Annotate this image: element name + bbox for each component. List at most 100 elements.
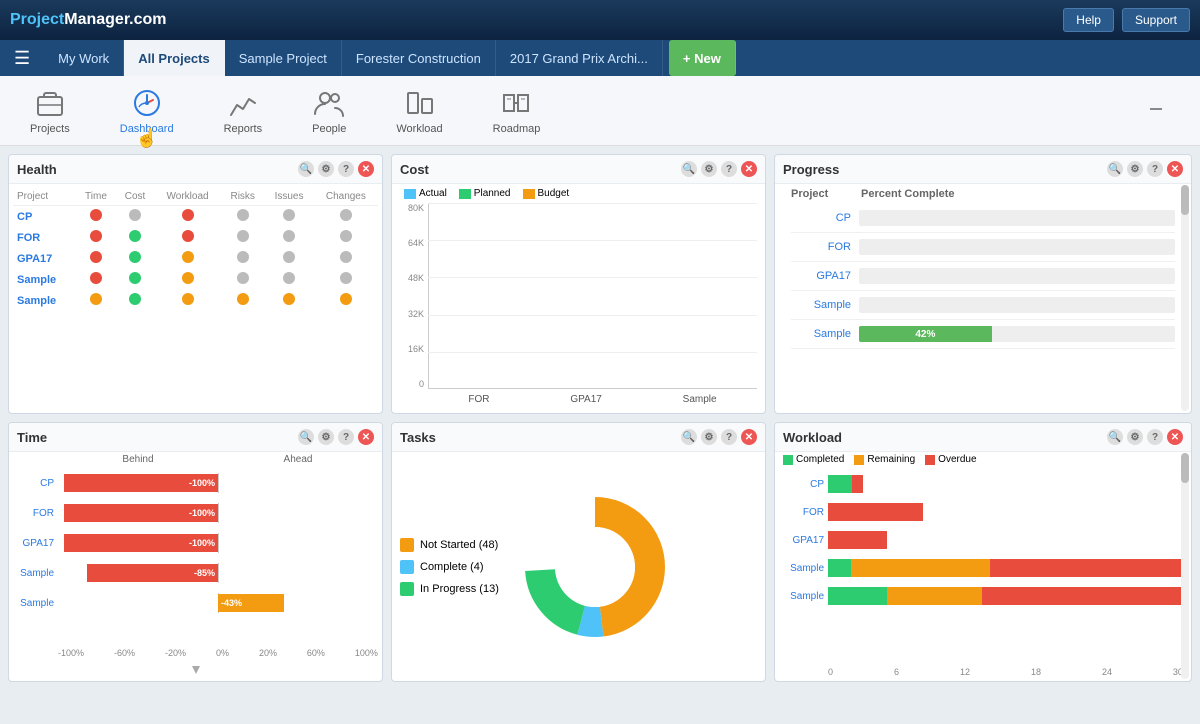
support-button[interactable]: Support	[1122, 8, 1190, 32]
nav-label-roadmap: Roadmap	[493, 123, 541, 135]
cost-help-icon[interactable]: ?	[721, 161, 737, 177]
time-scroll[interactable]	[9, 662, 382, 681]
time-bar-wrap: -100%	[58, 533, 378, 553]
time-row: Sample -85%	[13, 559, 378, 587]
dot-cell	[264, 269, 313, 290]
project-name[interactable]: Sample	[13, 269, 76, 290]
nav-tab-grandprix[interactable]: 2017 Grand Prix Archi...	[496, 40, 663, 76]
behind-bar: -100%	[64, 534, 218, 552]
nav-tab-allprojects[interactable]: All Projects	[124, 40, 225, 76]
tasks-search-icon[interactable]: 🔍	[681, 429, 697, 445]
cost-close-icon[interactable]: ✕	[741, 161, 757, 177]
nav-icon-roadmap[interactable]: Roadmap	[483, 81, 551, 141]
dot-cell	[314, 227, 378, 248]
nav-tab-sample[interactable]: Sample Project	[225, 40, 342, 76]
cost-panel: Cost 🔍 ⚙ ? ✕ Actual Planned Budget	[391, 154, 766, 414]
workload-header-icons: 🔍 ⚙ ? ✕	[1107, 429, 1183, 445]
tasks-donut-chart	[515, 487, 675, 647]
wl-overdue-bar	[982, 587, 1183, 605]
health-close-icon[interactable]: ✕	[358, 161, 374, 177]
workload-scrollbar[interactable]	[1181, 453, 1189, 679]
dot-cell	[76, 248, 116, 269]
workload-panel: Workload 🔍 ⚙ ? ✕ Completed Remaining Ove…	[774, 422, 1192, 682]
time-project-label: FOR	[13, 508, 58, 519]
dot-cell	[314, 269, 378, 290]
health-header-icons: 🔍 ⚙ ? ✕	[298, 161, 374, 177]
workload-help-icon[interactable]: ?	[1147, 429, 1163, 445]
progress-scrollbar[interactable]	[1181, 185, 1189, 411]
project-name[interactable]: FOR	[13, 227, 76, 248]
help-button[interactable]: Help	[1063, 8, 1114, 32]
tasks-header-icons: 🔍 ⚙ ? ✕	[681, 429, 757, 445]
health-search-icon[interactable]: 🔍	[298, 161, 314, 177]
wl-project-label: GPA17	[783, 535, 828, 546]
progress-project-label: Sample	[791, 299, 851, 311]
wl-row: Sample	[783, 555, 1183, 581]
nav-icon-reports[interactable]: Reports	[214, 81, 273, 141]
nav-icon-projects[interactable]: Projects	[20, 81, 80, 141]
cost-chart: 80K64K48K32K16K0	[392, 203, 765, 413]
project-name[interactable]: CP	[13, 206, 76, 228]
tasks-close-icon[interactable]: ✕	[741, 429, 757, 445]
time-help-icon[interactable]: ?	[338, 429, 354, 445]
hamburger-icon[interactable]: ☰	[8, 48, 36, 69]
icon-bar: Projects Dashboard ☝ Reports People	[0, 76, 1200, 146]
workload-scroll-thumb[interactable]	[1181, 453, 1189, 483]
cost-y-axis: 80K64K48K32K16K0	[400, 203, 428, 409]
time-project-label: CP	[13, 478, 58, 489]
nav-icon-dashboard[interactable]: Dashboard ☝	[110, 81, 184, 141]
workload-close-icon[interactable]: ✕	[1167, 429, 1183, 445]
legend-in-progress: In Progress (13)	[400, 582, 499, 596]
progress-search-icon[interactable]: 🔍	[1107, 161, 1123, 177]
progress-help-icon[interactable]: ?	[1147, 161, 1163, 177]
nav-tab-forester[interactable]: Forester Construction	[342, 40, 496, 76]
time-settings-icon[interactable]: ⚙	[318, 429, 334, 445]
progress-settings-icon[interactable]: ⚙	[1127, 161, 1143, 177]
progress-header: Progress 🔍 ⚙ ? ✕	[775, 155, 1191, 184]
time-search-icon[interactable]: 🔍	[298, 429, 314, 445]
wl-overdue-bar	[852, 475, 864, 493]
nav-tab-new[interactable]: + New	[669, 40, 736, 76]
tasks-settings-icon[interactable]: ⚙	[701, 429, 717, 445]
nav-icon-workload[interactable]: Workload	[386, 81, 452, 141]
tasks-help-icon[interactable]: ?	[721, 429, 737, 445]
table-row: Sample	[13, 269, 378, 290]
progress-scroll-thumb[interactable]	[1181, 185, 1189, 215]
cost-bars-area: FORGPA17Sample	[428, 203, 757, 409]
nav-label-workload: Workload	[396, 123, 442, 135]
dot-cell	[154, 206, 221, 228]
dot-cell	[76, 290, 116, 311]
progress-bar-fill: 42%	[859, 326, 992, 342]
col-time: Time	[76, 188, 116, 206]
behind-bar: -85%	[87, 564, 218, 582]
progress-header-icons: 🔍 ⚙ ? ✕	[1107, 161, 1183, 177]
progress-project-label: Sample	[791, 328, 851, 340]
health-help-icon[interactable]: ?	[338, 161, 354, 177]
legend-actual: Actual	[404, 188, 447, 199]
workload-search-icon[interactable]: 🔍	[1107, 429, 1123, 445]
health-settings-icon[interactable]: ⚙	[318, 161, 334, 177]
dot-cell	[76, 227, 116, 248]
wl-overdue-bar	[828, 503, 923, 521]
table-row: Sample	[13, 290, 378, 311]
health-table: Project Time Cost Workload Risks Issues …	[13, 188, 378, 311]
progress-close-icon[interactable]: ✕	[1167, 161, 1183, 177]
cost-header-icons: 🔍 ⚙ ? ✕	[681, 161, 757, 177]
wl-completed-bar	[828, 587, 887, 605]
nav-label-projects: Projects	[30, 123, 70, 135]
minimize-icon[interactable]	[1148, 101, 1180, 120]
workload-settings-icon[interactable]: ⚙	[1127, 429, 1143, 445]
nav-tab-mywork[interactable]: My Work	[44, 40, 124, 76]
dot-cell	[264, 206, 313, 228]
cost-search-icon[interactable]: 🔍	[681, 161, 697, 177]
time-row: FOR -100%	[13, 499, 378, 527]
project-name[interactable]: Sample	[13, 290, 76, 311]
time-close-icon[interactable]: ✕	[358, 429, 374, 445]
nav-label-people: People	[312, 123, 346, 135]
cost-settings-icon[interactable]: ⚙	[701, 161, 717, 177]
col-issues: Issues	[264, 188, 313, 206]
time-project-label: Sample	[13, 598, 58, 609]
project-name[interactable]: GPA17	[13, 248, 76, 269]
nav-icon-people[interactable]: People	[302, 81, 356, 141]
wl-bars	[828, 475, 1183, 493]
